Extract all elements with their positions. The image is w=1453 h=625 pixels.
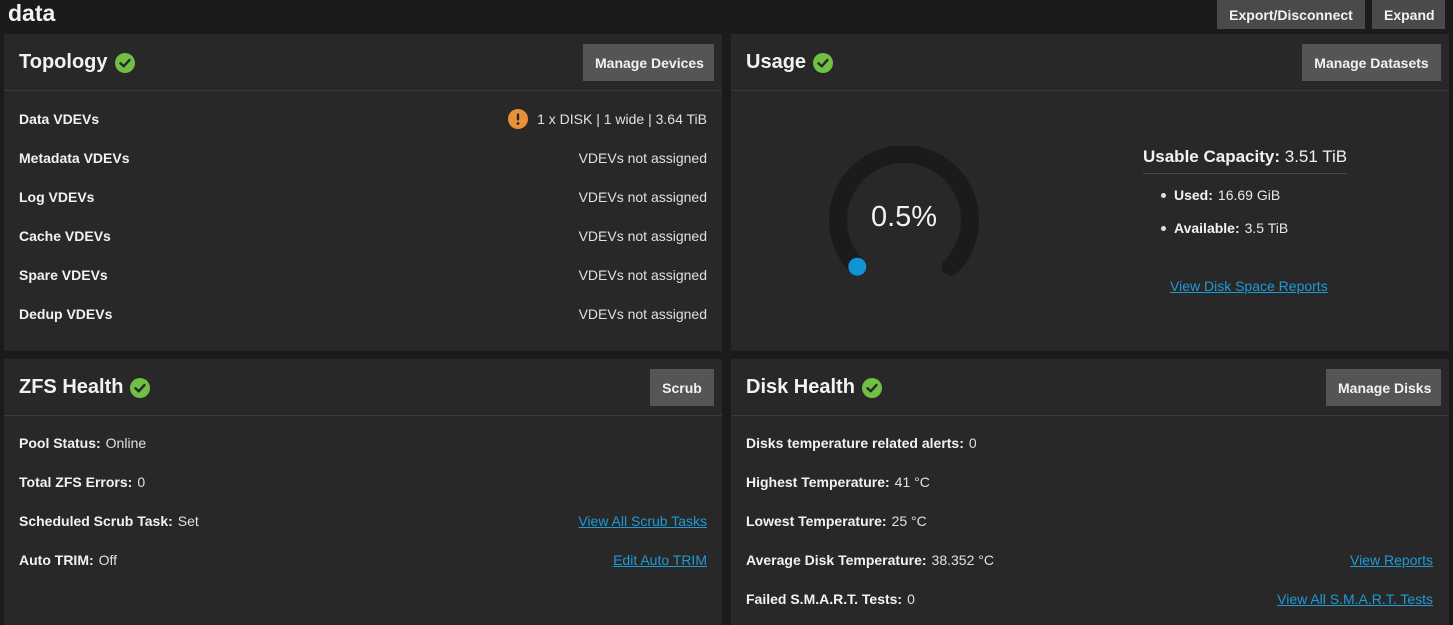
row-value: 0 bbox=[137, 474, 146, 490]
edit-auto-trim-link[interactable]: Edit Auto TRIM bbox=[613, 552, 707, 568]
topology-row-data: Data VDEVs 1 x DISK | 1 wide | 3.64 TiB bbox=[19, 109, 707, 129]
export-disconnect-button[interactable]: Export/Disconnect bbox=[1217, 0, 1365, 29]
zfs-row-pool-status: Pool Status: Online bbox=[19, 433, 707, 453]
row-label: Log VDEVs bbox=[19, 189, 95, 205]
row-label: Scheduled Scrub Task: bbox=[19, 513, 173, 529]
usage-title: Usage bbox=[746, 51, 807, 73]
zfs-health-card: ZFS Health Scrub Pool Status: Online Tota… bbox=[4, 359, 722, 625]
row-label: Average Disk Temperature: bbox=[746, 552, 927, 568]
row-value: VDEVs not assigned bbox=[578, 189, 707, 205]
disk-health-header: Disk Health Manage Disks bbox=[731, 359, 1449, 416]
available-label: Available: bbox=[1174, 220, 1240, 236]
row-label: Highest Temperature: bbox=[746, 474, 890, 490]
disk-row-temp-alerts: Disks temperature related alerts: 0 bbox=[746, 433, 1433, 453]
view-reports-link[interactable]: View Reports bbox=[1350, 552, 1433, 568]
zfs-health-title: ZFS Health bbox=[19, 376, 124, 398]
view-all-smart-tests-link[interactable]: View All S.M.A.R.T. Tests bbox=[1277, 591, 1433, 607]
manage-disks-button[interactable]: Manage Disks bbox=[1326, 369, 1441, 406]
check-circle-icon bbox=[130, 377, 151, 398]
usable-capacity-value: 3.51 TiB bbox=[1284, 147, 1348, 166]
topology-row-dedup: Dedup VDEVs VDEVs not assigned bbox=[19, 304, 707, 324]
usage-gauge-fill bbox=[848, 257, 867, 276]
used-value: 16.69 GiB bbox=[1217, 187, 1281, 203]
check-circle-icon bbox=[114, 52, 135, 73]
used-label: Used: bbox=[1174, 187, 1213, 203]
view-disk-space-reports-link[interactable]: View Disk Space Reports bbox=[1170, 278, 1328, 294]
pool-header: data Export/Disconnect Expand bbox=[0, 0, 1453, 34]
row-value: 0 bbox=[907, 591, 915, 607]
zfs-row-auto-trim: Auto TRIM: Off Edit Auto TRIM bbox=[19, 550, 707, 570]
usage-card: Usage Manage Datasets 0.5% Usable Capaci… bbox=[731, 34, 1449, 351]
row-label: Lowest Temperature: bbox=[746, 513, 887, 529]
disk-row-highest-temp: Highest Temperature: 41 °C bbox=[746, 472, 1433, 492]
row-value: 38.352 °C bbox=[931, 552, 994, 568]
check-circle-icon bbox=[861, 377, 882, 398]
row-value: 1 x DISK | 1 wide | 3.64 TiB bbox=[537, 111, 707, 127]
row-value: VDEVs not assigned bbox=[578, 228, 707, 244]
disk-row-average-temp: Average Disk Temperature: 38.352 °C View … bbox=[746, 550, 1433, 570]
topology-row-cache: Cache VDEVs VDEVs not assigned bbox=[19, 226, 707, 246]
usable-capacity: Usable Capacity: 3.51 TiB bbox=[1143, 147, 1348, 174]
row-value: 0 bbox=[968, 435, 977, 451]
used-row: Used: 16.69 GiB bbox=[1161, 187, 1280, 203]
row-value: 25 °C bbox=[891, 513, 927, 529]
usable-capacity-label: Usable Capacity: bbox=[1143, 147, 1280, 166]
topology-header: Topology Manage Devices bbox=[4, 34, 722, 91]
row-value: VDEVs not assigned bbox=[578, 150, 707, 166]
available-row: Available: 3.5 TiB bbox=[1161, 220, 1288, 236]
pool-name: data bbox=[8, 0, 56, 26]
row-label: Auto TRIM: bbox=[19, 552, 94, 568]
row-value: Off bbox=[98, 552, 118, 568]
row-label: Total ZFS Errors: bbox=[19, 474, 133, 490]
row-label: Spare VDEVs bbox=[19, 267, 108, 283]
row-value: VDEVs not assigned bbox=[578, 267, 707, 283]
disk-row-failed-smart: Failed S.M.A.R.T. Tests: 0 View All S.M.A… bbox=[746, 589, 1433, 609]
row-label: Dedup VDEVs bbox=[19, 306, 113, 322]
row-label: Disks temperature related alerts: bbox=[746, 435, 964, 451]
warning-icon[interactable] bbox=[508, 109, 529, 129]
row-label: Cache VDEVs bbox=[19, 228, 111, 244]
disk-row-lowest-temp: Lowest Temperature: 25 °C bbox=[746, 511, 1433, 531]
expand-button[interactable]: Expand bbox=[1372, 0, 1445, 29]
row-value: Online bbox=[105, 435, 147, 451]
zfs-health-header: ZFS Health Scrub bbox=[4, 359, 722, 416]
view-all-scrub-tasks-link[interactable]: View All Scrub Tasks bbox=[578, 513, 707, 529]
row-label: Pool Status: bbox=[19, 435, 101, 451]
check-circle-icon bbox=[813, 52, 834, 73]
disk-health-card: Disk Health Manage Disks Disks temperatu… bbox=[731, 359, 1449, 625]
zfs-row-scheduled-scrub: Scheduled Scrub Task: Set View All Scrub … bbox=[19, 511, 707, 531]
row-label: Failed S.M.A.R.T. Tests: bbox=[746, 591, 903, 607]
row-value: 41 °C bbox=[894, 474, 930, 490]
row-value: Set bbox=[177, 513, 199, 529]
topology-row-spare: Spare VDEVs VDEVs not assigned bbox=[19, 265, 707, 285]
available-value: 3.5 TiB bbox=[1244, 220, 1289, 236]
manage-datasets-button[interactable]: Manage Datasets bbox=[1302, 44, 1441, 81]
disk-health-title: Disk Health bbox=[746, 376, 855, 398]
usage-percent: 0.5% bbox=[870, 201, 938, 233]
row-value: VDEVs not assigned bbox=[578, 306, 707, 322]
topology-row-log: Log VDEVs VDEVs not assigned bbox=[19, 187, 707, 207]
row-label: Metadata VDEVs bbox=[19, 150, 130, 166]
topology-title: Topology bbox=[19, 51, 108, 73]
topology-card: Topology Manage Devices Data VDEVs 1 x D… bbox=[4, 34, 722, 351]
manage-devices-button[interactable]: Manage Devices bbox=[583, 44, 714, 81]
row-label: Data VDEVs bbox=[19, 111, 100, 127]
usage-header: Usage Manage Datasets bbox=[731, 34, 1449, 91]
scrub-button[interactable]: Scrub bbox=[650, 369, 714, 406]
topology-row-metadata: Metadata VDEVs VDEVs not assigned bbox=[19, 148, 707, 168]
zfs-row-total-errors: Total ZFS Errors: 0 bbox=[19, 472, 707, 492]
